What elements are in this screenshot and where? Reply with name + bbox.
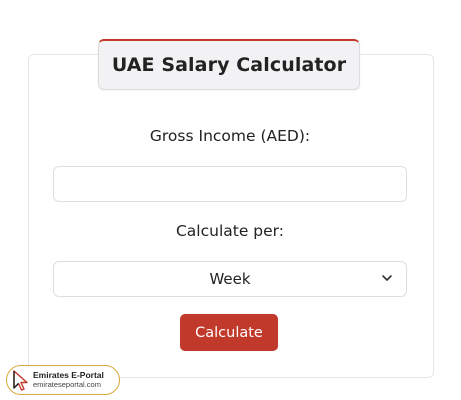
calculate-per-selected-value: Week bbox=[209, 270, 251, 288]
gross-income-label: Gross Income (AED): bbox=[149, 127, 311, 145]
calculator-title-tab: UAE Salary Calculator bbox=[98, 39, 360, 90]
cursor-arrow-icon bbox=[13, 370, 28, 391]
logo-url: emirateseportal.com bbox=[33, 380, 101, 389]
logo-brand-name: Emirates E-Portal bbox=[33, 370, 104, 380]
calculate-per-select[interactable]: Week bbox=[53, 261, 407, 297]
calculate-button[interactable]: Calculate bbox=[180, 314, 278, 351]
page: UAE Salary Calculator Gross Income (AED)… bbox=[0, 0, 461, 400]
calculator-title: UAE Salary Calculator bbox=[111, 54, 347, 76]
calculate-per-label: Calculate per: bbox=[175, 222, 284, 240]
emirates-eportal-logo: Emirates E-Portal emirateseportal.com bbox=[6, 365, 120, 395]
gross-income-input[interactable] bbox=[53, 166, 407, 202]
chevron-down-icon bbox=[382, 275, 392, 281]
